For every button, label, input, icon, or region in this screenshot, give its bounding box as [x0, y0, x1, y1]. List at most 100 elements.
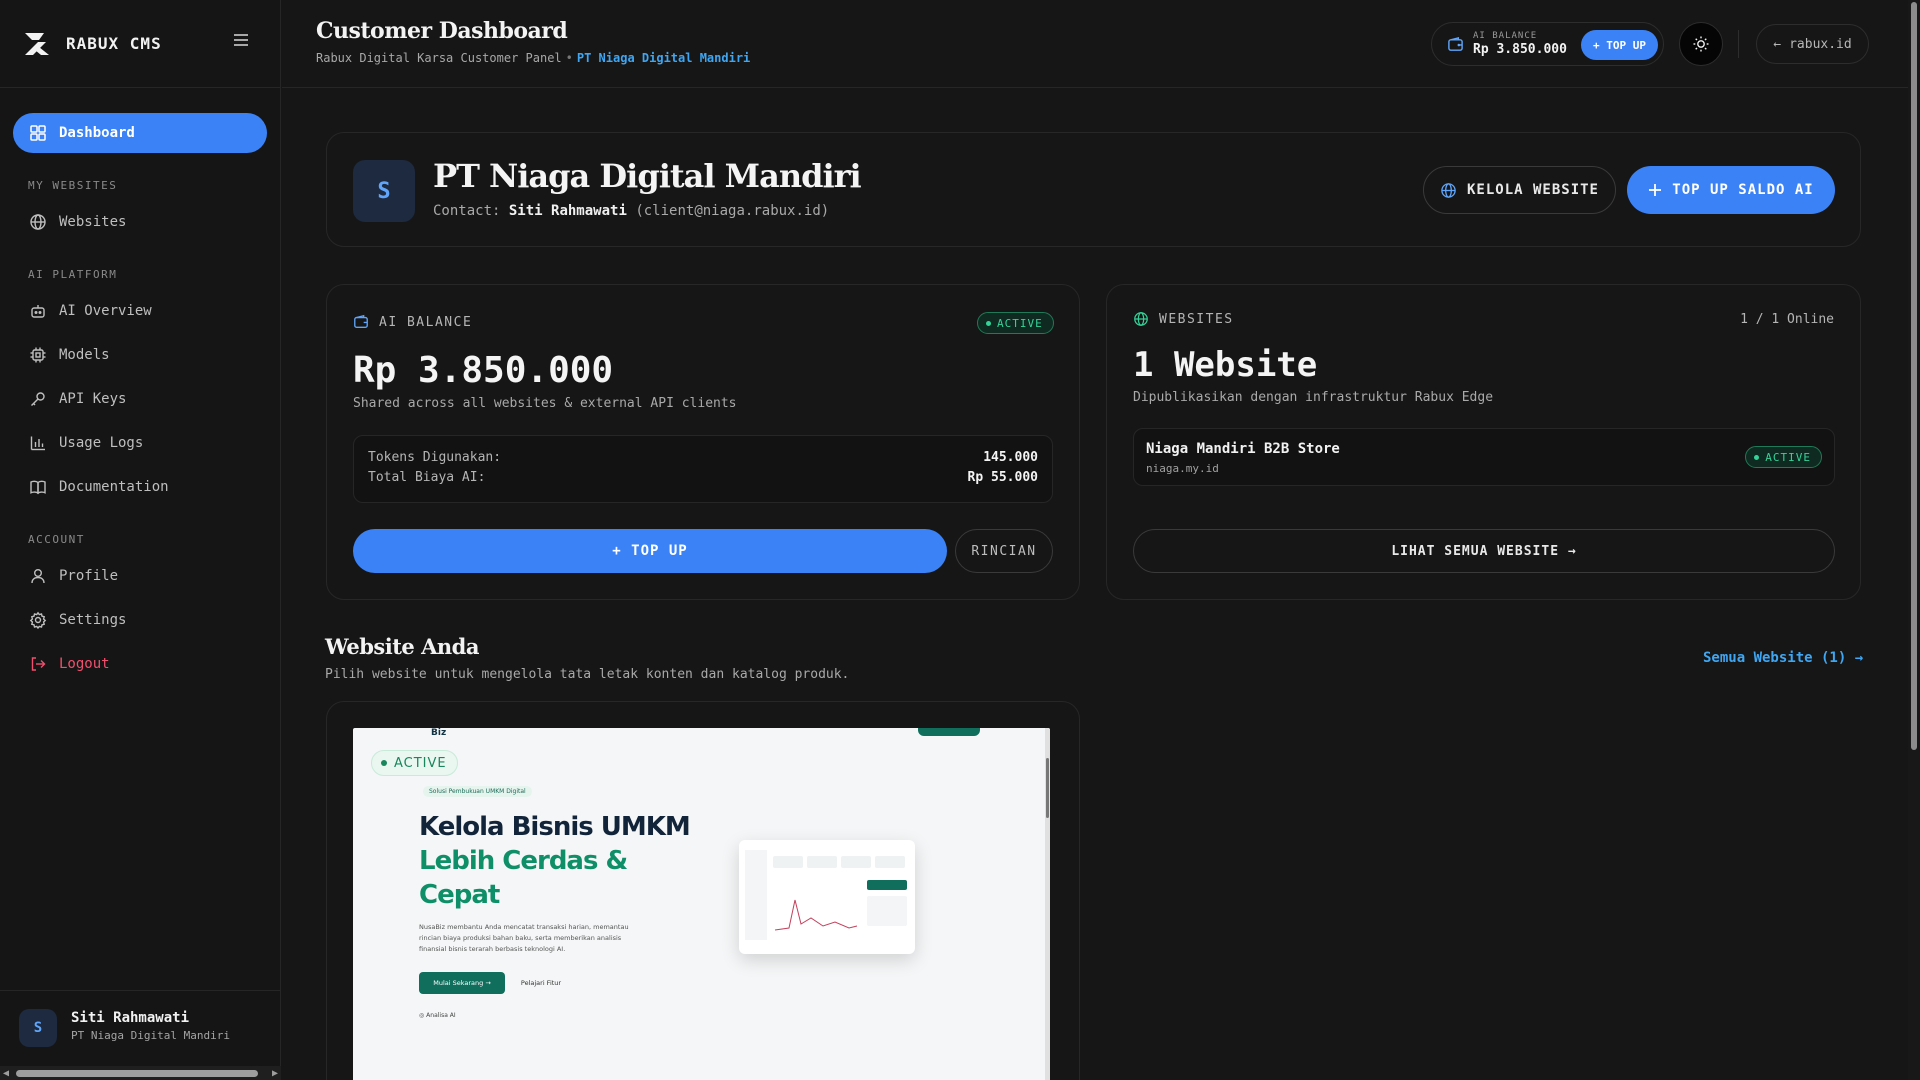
sidebar-item-api-keys[interactable]: API Keys [13, 379, 267, 419]
balance-label: AI BALANCE [1473, 31, 1538, 41]
card-label: WEBSITES [1133, 311, 1234, 327]
brand: RABUX CMS [0, 0, 280, 88]
all-websites-link[interactable]: Semua Website (1) → [1703, 650, 1863, 666]
preview-headline: Kelola Bisnis UMKM Lebih Cerdas & Cepat [419, 810, 719, 912]
preview-scrollbar [1045, 728, 1050, 1080]
stat-label: Tokens Digunakan: [368, 450, 502, 465]
scrollbar-thumb[interactable] [1911, 2, 1917, 750]
gear-icon [29, 611, 47, 629]
menu-toggle-icon[interactable] [234, 34, 248, 46]
theme-toggle-button[interactable] [1679, 22, 1723, 66]
website-row[interactable]: Niaga Mandiri B2B Store niaga.my.id ACTI… [1133, 428, 1835, 486]
status-text: ACTIVE [1765, 450, 1811, 464]
book-open-icon [30, 480, 46, 495]
sidebar-item-label: Logout [59, 656, 110, 672]
cpu-icon [30, 347, 46, 363]
stat-cost: Total Biaya AI: Rp 55.000 [368, 470, 1038, 485]
preview-secondary-button: Pelajari Fitur [520, 979, 562, 987]
ai-balance-card: AI BALANCE ACTIVE Rp 3.850.000 Shared ac… [326, 284, 1080, 600]
sidebar-item-models[interactable]: Models [13, 335, 267, 375]
view-all-websites-button[interactable]: LIHAT SEMUA WEBSITE → [1133, 529, 1835, 573]
user-name: Siti Rahmawati [71, 1010, 190, 1026]
sidebar-item-websites[interactable]: Websites [13, 202, 267, 242]
website-preview-card[interactable]: Biz ACTIVE Solusi Pembukuan UMKM Digital… [326, 701, 1080, 1080]
sidebar-item-label: Profile [59, 568, 119, 584]
stat-label: Total Biaya AI: [368, 470, 486, 485]
breadcrumb-root[interactable]: Rabux Digital Karsa Customer Panel [316, 51, 562, 65]
websites-card: WEBSITES 1 / 1 Online 1 Website Dipublik… [1106, 284, 1861, 600]
bot-icon [31, 305, 45, 318]
sidebar-nav: Dashboard MY WEBSITES Websites AI PLATFO… [0, 88, 280, 684]
preview-tag: Solusi Pembukuan UMKM Digital [423, 786, 532, 797]
sun-icon [1693, 36, 1709, 52]
topup-ai-balance-label: TOP UP SALDO AI [1672, 182, 1814, 198]
topbar: Customer Dashboard Rabux Digital Karsa C… [282, 0, 1908, 88]
sidebar-item-documentation[interactable]: Documentation [13, 467, 267, 507]
section-subtitle: Pilih website untuk mengelola tata letak… [325, 667, 850, 682]
sidebar-item-label: Settings [59, 612, 127, 628]
card-label-text: AI BALANCE [379, 314, 473, 330]
details-button[interactable]: RINCIAN [955, 529, 1053, 573]
topup-button[interactable]: + TOP UP [353, 529, 947, 573]
balance-value: Rp 3.850.000 [1473, 42, 1567, 57]
preview-status-badge: ACTIVE [371, 750, 458, 776]
headline-line: Cepat [419, 880, 500, 910]
breadcrumb-current: PT Niaga Digital Mandiri [576, 51, 751, 65]
back-to-site-button[interactable]: ← rabux.id [1756, 24, 1869, 64]
manage-website-button[interactable]: KELOLA WEBSITE [1423, 166, 1616, 214]
sidebar-item-settings[interactable]: Settings [13, 600, 267, 640]
topup-ai-balance-button[interactable]: TOP UP SALDO AI [1627, 166, 1835, 214]
dashboard-icon [30, 125, 46, 141]
card-label-text: WEBSITES [1159, 311, 1234, 327]
sidebar: RABUX CMS Dashboard MY WEBSITES Websites… [0, 0, 281, 1080]
avatar: S [19, 1009, 57, 1047]
scrollbar-thumb[interactable] [16, 1070, 258, 1077]
scroll-left-icon[interactable]: ◀ [3, 1068, 9, 1079]
scroll-right-icon[interactable]: ▶ [272, 1068, 278, 1079]
preview-logo: Biz [431, 728, 447, 738]
contact-prefix: Contact: [433, 203, 501, 219]
balance-amount: Rp 3.850.000 [353, 350, 614, 391]
vertical-scrollbar[interactable] [1908, 0, 1920, 1080]
status-badge: ACTIVE [977, 312, 1054, 334]
breadcrumb: Rabux Digital Karsa Customer Panel • PT Ni… [316, 51, 750, 65]
website-domain: niaga.my.id [1146, 462, 1219, 475]
stat-tokens: Tokens Digunakan: 145.000 [368, 450, 1038, 465]
website-preview[interactable]: Biz ACTIVE Solusi Pembukuan UMKM Digital… [353, 728, 1050, 1080]
usage-stats: Tokens Digunakan: 145.000 Total Biaya AI… [353, 435, 1053, 503]
preview-dashboard-mockup [739, 840, 915, 954]
sidebar-item-logout[interactable]: Logout [13, 644, 267, 684]
status-badge: ACTIVE [1745, 446, 1822, 468]
globe-icon [1441, 182, 1456, 198]
section-title: Website Anda [325, 634, 479, 659]
topup-button[interactable]: + TOP UP [1581, 30, 1658, 60]
sidebar-item-label: Documentation [59, 479, 169, 495]
contact-email: (client@niaga.rabux.id) [635, 203, 830, 219]
company-card: S PT Niaga Digital Mandiri Contact: Siti… [326, 132, 1861, 247]
bar-chart-icon [30, 436, 45, 451]
sidebar-item-label: Websites [59, 214, 127, 230]
headline-line: Lebih Cerdas & [419, 846, 628, 876]
company-name: PT Niaga Digital Mandiri [433, 157, 862, 195]
sidebar-item-label: AI Overview [59, 303, 152, 319]
logout-icon [31, 657, 46, 671]
user-org: PT Niaga Digital Mandiri [71, 1029, 230, 1042]
sidebar-item-usage-logs[interactable]: Usage Logs [13, 423, 267, 463]
sidebar-item-dashboard[interactable]: Dashboard [13, 113, 267, 153]
manage-website-label: KELOLA WEBSITE [1466, 182, 1599, 198]
sidebar-item-profile[interactable]: Profile [13, 556, 267, 596]
key-icon [31, 392, 45, 406]
ai-balance-pill: AI BALANCE Rp 3.850.000 + TOP UP [1431, 22, 1664, 66]
status-text: ACTIVE [997, 316, 1043, 330]
plus-icon [1649, 184, 1662, 196]
stat-value: Rp 55.000 [967, 470, 1038, 485]
section-my-websites: MY WEBSITES [28, 179, 118, 192]
sidebar-item-ai-overview[interactable]: AI Overview [13, 291, 267, 331]
page-title: Customer Dashboard [316, 18, 568, 44]
section-ai-platform: AI PLATFORM [28, 268, 118, 281]
sidebar-item-label: Dashboard [59, 125, 135, 141]
online-count: 1 / 1 Online [1740, 312, 1834, 327]
horizontal-scrollbar[interactable]: ◀ ▶ [0, 1066, 281, 1080]
arrow-left-icon: ← [1773, 36, 1782, 52]
section-account: ACCOUNT [28, 533, 85, 546]
